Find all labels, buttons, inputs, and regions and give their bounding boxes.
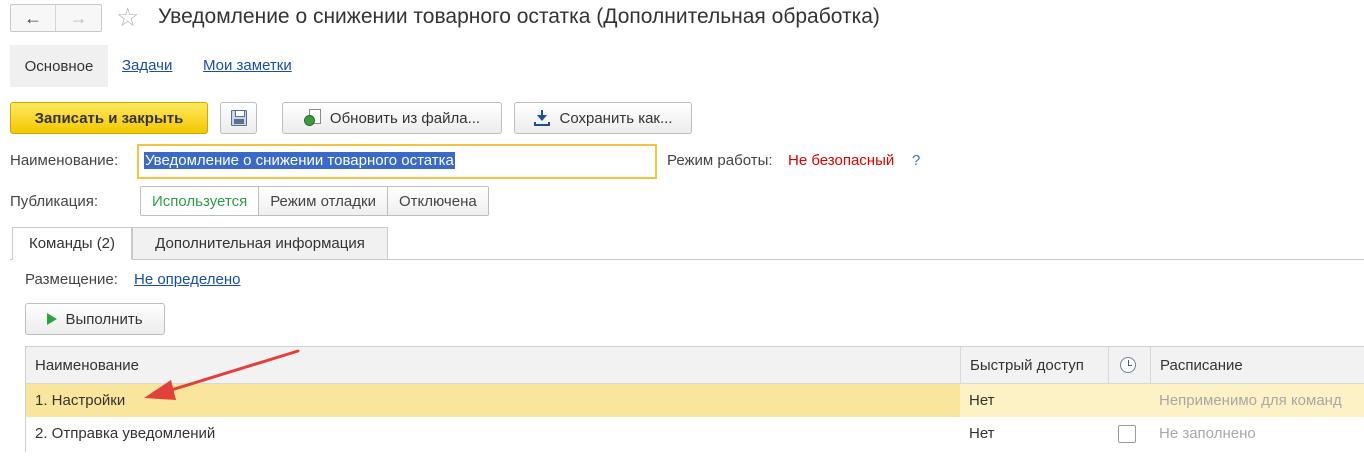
page-title: Уведомление о снижении товарного остатка… bbox=[158, 5, 880, 28]
clock-icon bbox=[1120, 357, 1136, 373]
tab-commands[interactable]: Команды (2) bbox=[12, 227, 132, 260]
placement-label: Размещение: bbox=[25, 271, 118, 288]
mode-label: Режим работы: bbox=[667, 152, 773, 169]
publication-option-debug[interactable]: Режим отладки bbox=[258, 187, 387, 215]
publication-label: Публикация: bbox=[10, 193, 98, 210]
save-and-close-label: Записать и закрыть bbox=[34, 109, 184, 127]
mode-help-icon[interactable]: ? bbox=[912, 152, 920, 169]
save-button[interactable] bbox=[220, 102, 257, 134]
navigation-buttons: ← → bbox=[10, 4, 102, 32]
publication-option-disabled[interactable]: Отключена bbox=[386, 187, 488, 215]
floppy-disk-icon bbox=[230, 110, 247, 126]
row-scheduled-cell bbox=[1108, 384, 1150, 417]
row-scheduled-cell bbox=[1108, 417, 1150, 450]
tab-additional-info[interactable]: Дополнительная информация bbox=[132, 227, 388, 260]
play-icon bbox=[47, 313, 58, 325]
update-from-file-icon bbox=[303, 109, 322, 127]
column-header-quick-access[interactable]: Быстрый доступ bbox=[960, 347, 1108, 383]
column-header-scheduled[interactable] bbox=[1108, 347, 1150, 383]
save-and-close-button[interactable]: Записать и закрыть bbox=[10, 102, 208, 134]
run-label: Выполнить bbox=[65, 310, 143, 328]
placement-value-link[interactable]: Не определено bbox=[134, 271, 240, 288]
save-as-label: Сохранить как... bbox=[559, 109, 673, 127]
row-quick-access: Нет bbox=[969, 425, 995, 442]
column-header-schedule[interactable]: Расписание bbox=[1150, 347, 1364, 383]
row-quick-access: Нет bbox=[960, 384, 1108, 417]
row-schedule: Не заполнено bbox=[1159, 425, 1256, 442]
section-main[interactable]: Основное bbox=[10, 45, 108, 87]
row-schedule: Неприменимо для команд bbox=[1150, 384, 1364, 417]
update-from-file-label: Обновить из файла... bbox=[329, 109, 481, 127]
row-name: 2. Отправка уведомлений bbox=[35, 425, 216, 442]
publication-switch: Используется Режим отладки Отключена bbox=[140, 186, 489, 216]
update-from-file-button[interactable]: Обновить из файла... bbox=[282, 102, 502, 134]
section-tasks-link[interactable]: Задачи bbox=[122, 57, 172, 74]
name-label: Наименование: bbox=[10, 152, 119, 169]
mode-value: Не безопасный bbox=[788, 152, 895, 169]
forward-arrow-icon[interactable]: → bbox=[56, 5, 101, 31]
back-arrow-icon[interactable]: ← bbox=[11, 5, 57, 31]
name-input[interactable]: Уведомление о снижении товарного остатка bbox=[137, 144, 657, 179]
run-button[interactable]: Выполнить bbox=[25, 303, 165, 335]
section-notes-link[interactable]: Мои заметки bbox=[203, 57, 292, 74]
table-row[interactable]: 2. Отправка уведомлений Нет Не заполнено bbox=[26, 417, 1364, 450]
publication-option-used[interactable]: Используется bbox=[141, 187, 259, 215]
favorite-star-icon[interactable]: ☆ bbox=[116, 3, 139, 31]
annotation-arrow-icon bbox=[144, 349, 300, 400]
save-as-button[interactable]: Сохранить как... bbox=[514, 102, 692, 134]
name-input-value: Уведомление о снижении товарного остатка bbox=[144, 152, 455, 169]
download-icon bbox=[533, 109, 551, 127]
scheduled-checkbox[interactable] bbox=[1118, 424, 1136, 443]
